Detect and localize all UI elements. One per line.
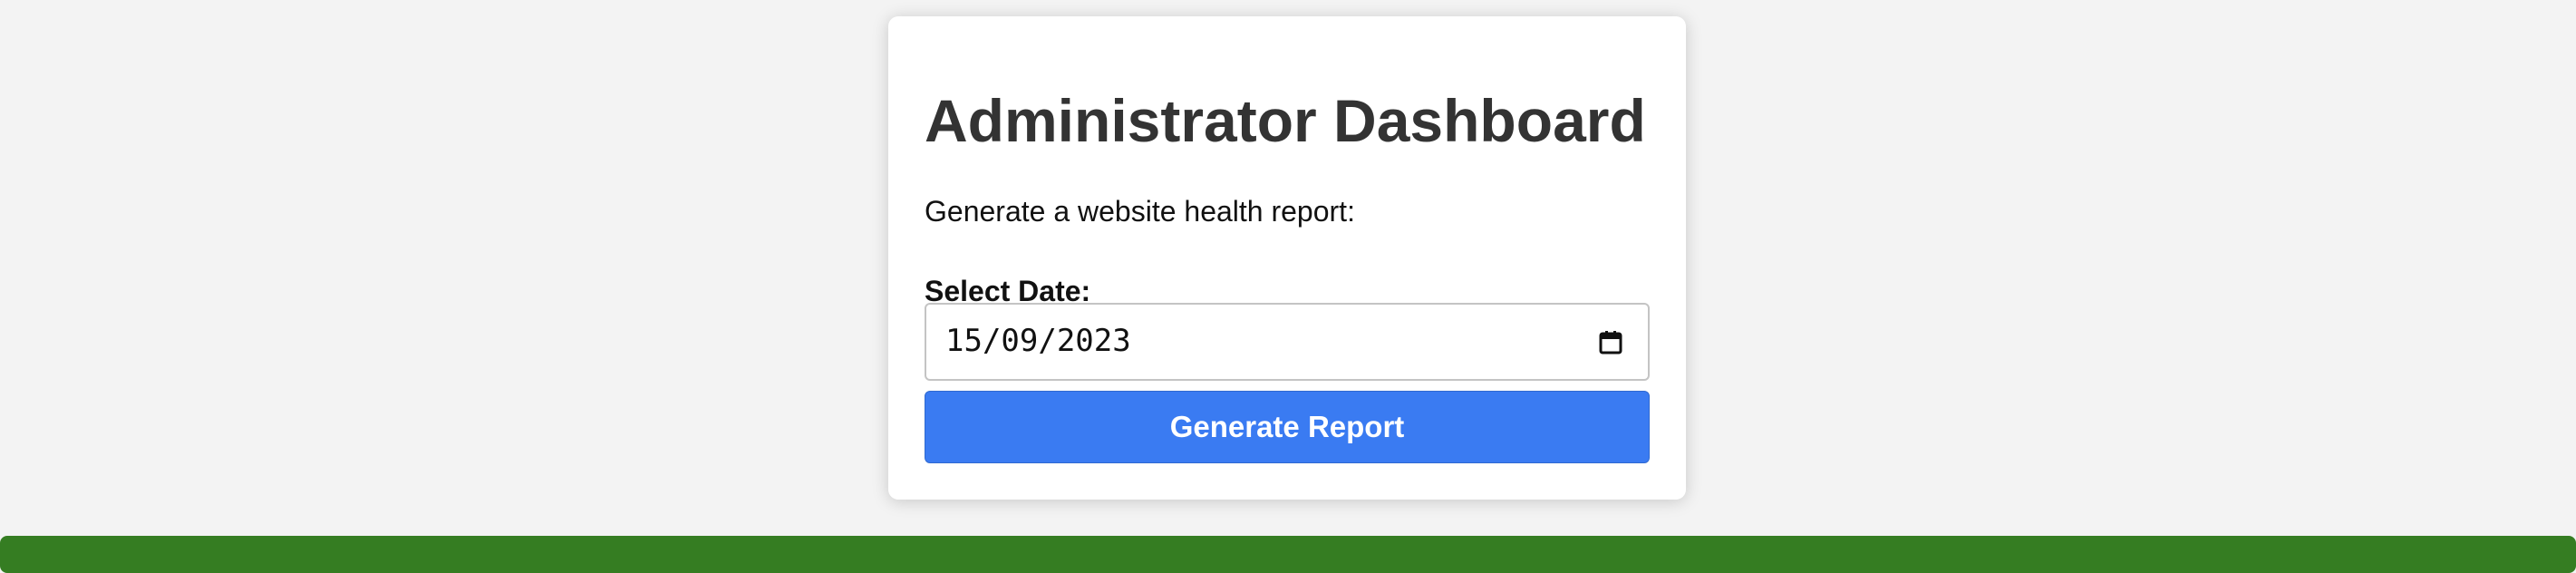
calendar-icon[interactable] [1597,329,1624,356]
generate-report-button[interactable]: Generate Report [925,391,1650,463]
date-value: 15/09/2023 [945,323,1131,359]
footer-bar [0,536,2576,573]
page-title: Administrator Dashboard [925,87,1646,154]
date-input[interactable]: 15/09/2023 [925,303,1650,381]
date-label: Select Date: [925,275,1091,307]
report-description: Generate a website health report: [925,195,1355,228]
dashboard-card: Administrator Dashboard Generate a websi… [888,16,1686,500]
